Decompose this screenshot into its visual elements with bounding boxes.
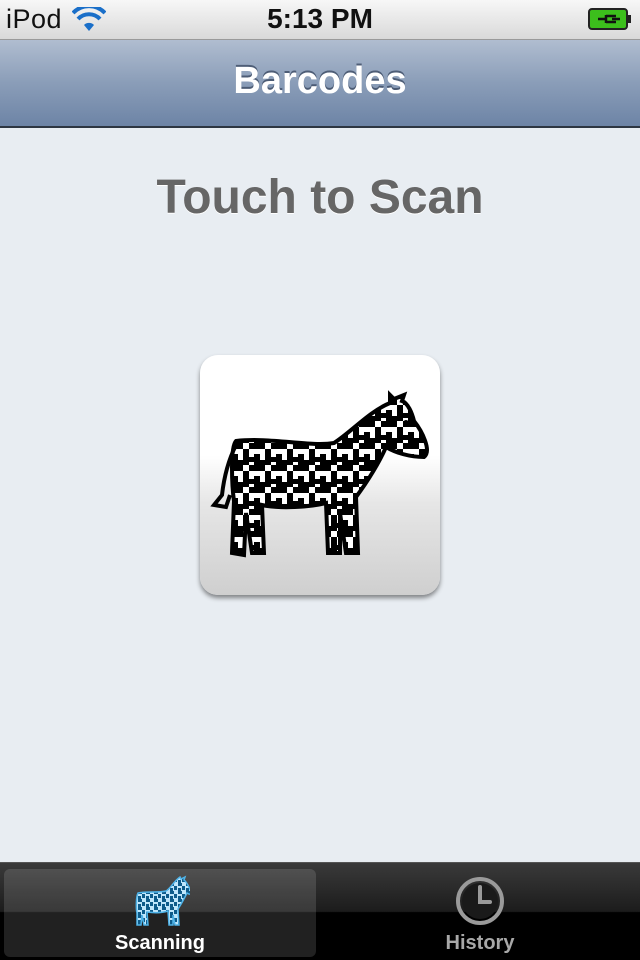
main-content: Touch to Scan — [0, 128, 640, 862]
scan-button[interactable] — [200, 355, 440, 595]
battery-charging-icon — [588, 8, 631, 30]
tab-label-history: History — [445, 932, 515, 954]
tab-label-scanning: Scanning — [114, 932, 205, 954]
zebra-barcode-icon — [210, 390, 429, 558]
page-title: Barcodes — [233, 60, 407, 102]
tab-bar: Scanning History — [0, 862, 640, 960]
scan-prompt: Touch to Scan — [156, 171, 484, 224]
status-bar: iPod 5:13 PM — [0, 0, 640, 40]
status-time: 5:13 PM — [267, 3, 373, 34]
zebra-icon — [135, 875, 190, 926]
tab-scanning[interactable]: Scanning — [4, 869, 316, 957]
clock-icon — [456, 877, 504, 925]
tab-history[interactable]: History — [324, 869, 636, 957]
navigation-bar: Barcodes — [0, 40, 640, 128]
